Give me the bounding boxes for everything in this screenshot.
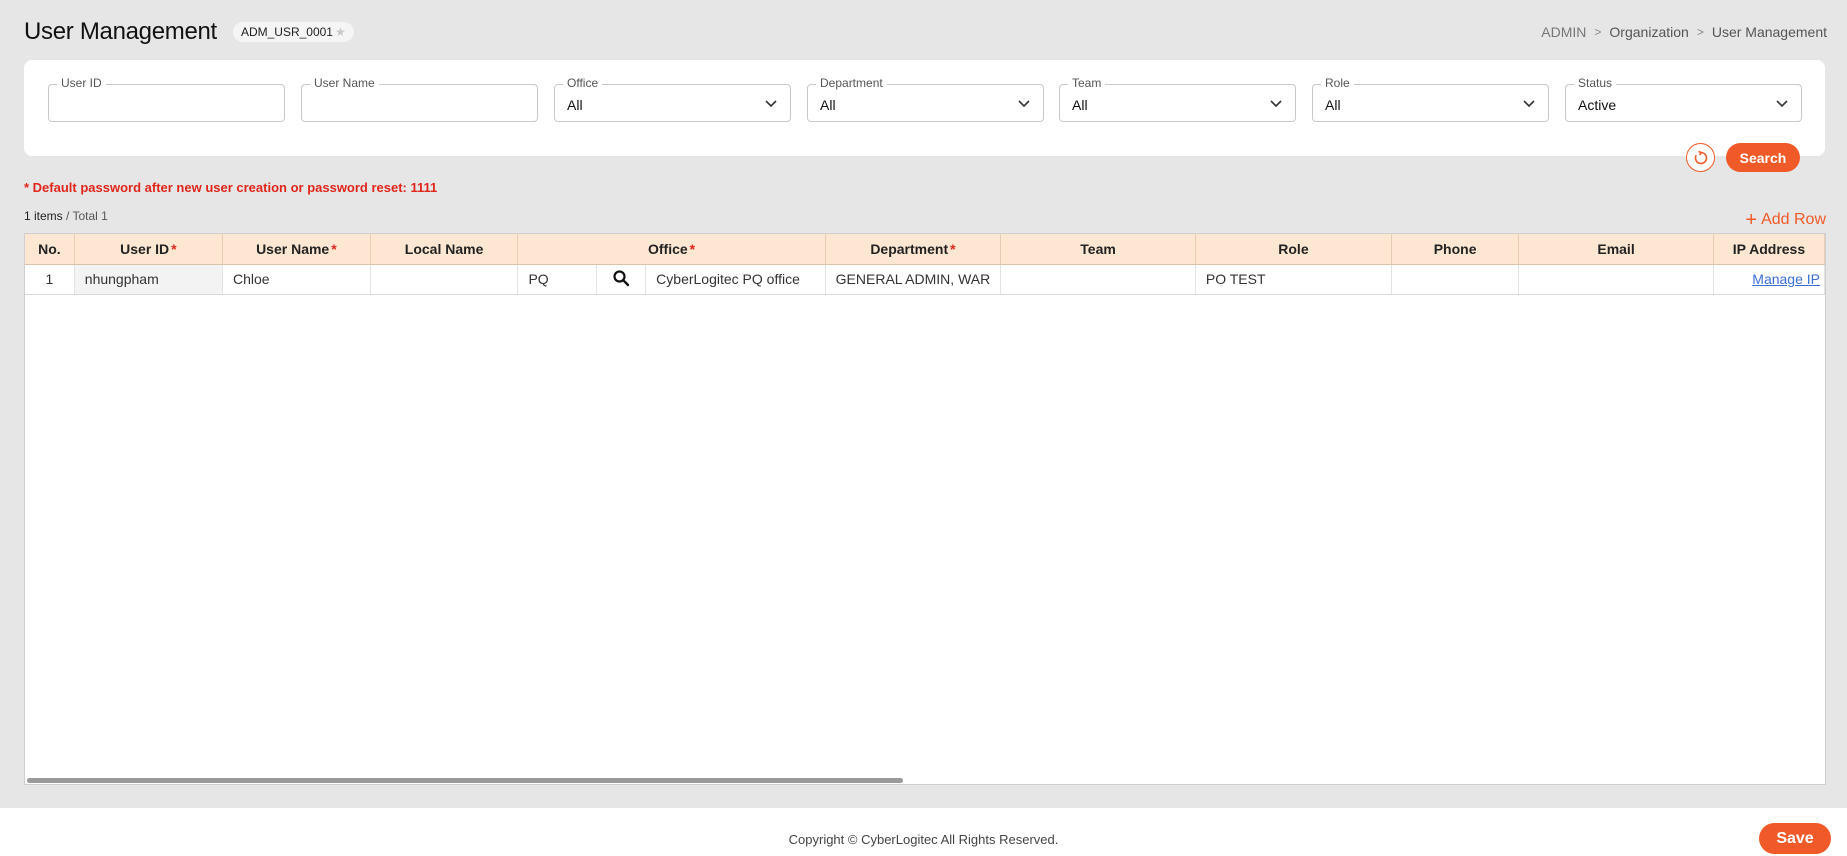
office-label: Office: [563, 76, 603, 90]
cell-user-id: nhungpham: [74, 264, 223, 295]
search-button[interactable]: Search: [1726, 143, 1800, 172]
cell-role[interactable]: PO TEST: [1195, 264, 1393, 295]
cell-office-code[interactable]: PQ: [517, 264, 598, 295]
favorite-star-icon[interactable]: ★: [335, 25, 346, 39]
required-mark: *: [171, 240, 177, 257]
column-header-phone[interactable]: Phone: [1391, 234, 1520, 265]
breadcrumb: ADMIN > Organization > User Management: [1541, 24, 1827, 40]
plus-icon: +: [1745, 209, 1758, 231]
save-button[interactable]: Save: [1759, 823, 1831, 854]
default-password-notice: * Default password after new user creati…: [24, 180, 438, 195]
screen-code: ADM_USR_0001: [240, 25, 333, 39]
chevron-down-icon[interactable]: [1522, 97, 1536, 111]
page-header: User Management ADM_USR_0001 ★ ADMIN > O…: [24, 14, 1827, 50]
column-header-ip-address[interactable]: IP Address: [1713, 234, 1825, 265]
column-header-office[interactable]: Office *: [517, 234, 826, 265]
team-value: All: [1072, 97, 1088, 113]
cell-ip-address: Manage IP: [1713, 264, 1825, 295]
required-mark: *: [331, 240, 337, 257]
required-mark: *: [950, 240, 956, 257]
item-count: 1 items / Total 1: [24, 209, 108, 223]
column-header-team[interactable]: Team: [1000, 234, 1196, 265]
team-select[interactable]: Team All: [1059, 76, 1296, 122]
status-value: Active: [1578, 97, 1617, 113]
chevron-right-icon: >: [1696, 25, 1704, 39]
status-label: Status: [1574, 76, 1617, 90]
page-title: User Management: [24, 18, 217, 45]
cell-user-name[interactable]: Chloe: [222, 264, 371, 295]
footer: Copyright © CyberLogitec All Rights Rese…: [0, 808, 1847, 856]
cell-office-name: CyberLogitec PQ office: [645, 264, 826, 295]
breadcrumb-item-admin[interactable]: ADMIN: [1541, 24, 1586, 40]
manage-ip-link[interactable]: Manage IP: [1752, 271, 1820, 287]
horizontal-scrollbar[interactable]: [27, 778, 903, 783]
column-header-local-name[interactable]: Local Name: [370, 234, 519, 265]
user-id-field[interactable]: User ID: [48, 76, 285, 122]
chevron-down-icon[interactable]: [764, 97, 778, 111]
breadcrumb-item-organization[interactable]: Organization: [1609, 24, 1688, 40]
table-row[interactable]: 1 nhungpham Chloe PQ CyberLogitec PQ off…: [25, 264, 1825, 295]
office-select[interactable]: Office All: [554, 76, 791, 122]
column-header-user-name[interactable]: User Name *: [222, 234, 371, 265]
user-name-field[interactable]: User Name: [301, 76, 538, 122]
add-row-button[interactable]: + Add Row: [1745, 209, 1826, 231]
item-count-items: 1 items: [24, 209, 63, 223]
column-header-email[interactable]: Email: [1518, 234, 1714, 265]
department-label: Department: [816, 76, 887, 90]
grid-header-row: No. User ID * User Name * Local Name Offic…: [25, 234, 1825, 265]
cell-email[interactable]: [1518, 264, 1714, 295]
cell-team[interactable]: [1000, 264, 1196, 295]
office-value: All: [567, 97, 583, 113]
screen-code-badge[interactable]: ADM_USR_0001 ★: [232, 22, 354, 42]
office-search-button[interactable]: [596, 264, 647, 295]
search-panel: User ID User Name Office All Department …: [24, 60, 1825, 156]
refresh-icon: [1694, 150, 1707, 164]
reset-button[interactable]: [1686, 143, 1715, 172]
chevron-down-icon[interactable]: [1775, 97, 1789, 111]
cell-no: 1: [25, 264, 75, 295]
column-header-user-id[interactable]: User ID *: [74, 234, 223, 265]
chevron-down-icon[interactable]: [1269, 97, 1283, 111]
cell-local-name[interactable]: [370, 264, 519, 295]
column-header-role[interactable]: Role: [1195, 234, 1393, 265]
column-header-no[interactable]: No.: [25, 234, 75, 265]
breadcrumb-item-user-management: User Management: [1711, 24, 1827, 40]
role-value: All: [1325, 97, 1341, 113]
chevron-down-icon[interactable]: [1017, 97, 1031, 111]
add-row-label: Add Row: [1761, 211, 1826, 228]
user-name-label: User Name: [310, 76, 379, 90]
department-value: All: [820, 97, 836, 113]
chevron-right-icon: >: [1594, 25, 1602, 39]
user-grid: No. User ID * User Name * Local Name Offic…: [24, 233, 1826, 785]
required-mark: *: [689, 240, 696, 257]
role-label: Role: [1321, 76, 1354, 90]
column-header-department[interactable]: Department *: [825, 234, 1002, 265]
cell-department[interactable]: GENERAL ADMIN, WAR: [825, 264, 1002, 295]
role-select[interactable]: Role All: [1312, 76, 1549, 122]
status-select[interactable]: Status Active: [1565, 76, 1802, 122]
copyright-text: Copyright © CyberLogitec All Rights Rese…: [788, 832, 1059, 847]
item-count-total: / Total 1: [66, 209, 108, 223]
team-label: Team: [1068, 76, 1106, 90]
department-select[interactable]: Department All: [807, 76, 1044, 122]
search-icon: [613, 269, 630, 286]
cell-phone[interactable]: [1391, 264, 1520, 295]
user-id-label: User ID: [57, 76, 106, 90]
